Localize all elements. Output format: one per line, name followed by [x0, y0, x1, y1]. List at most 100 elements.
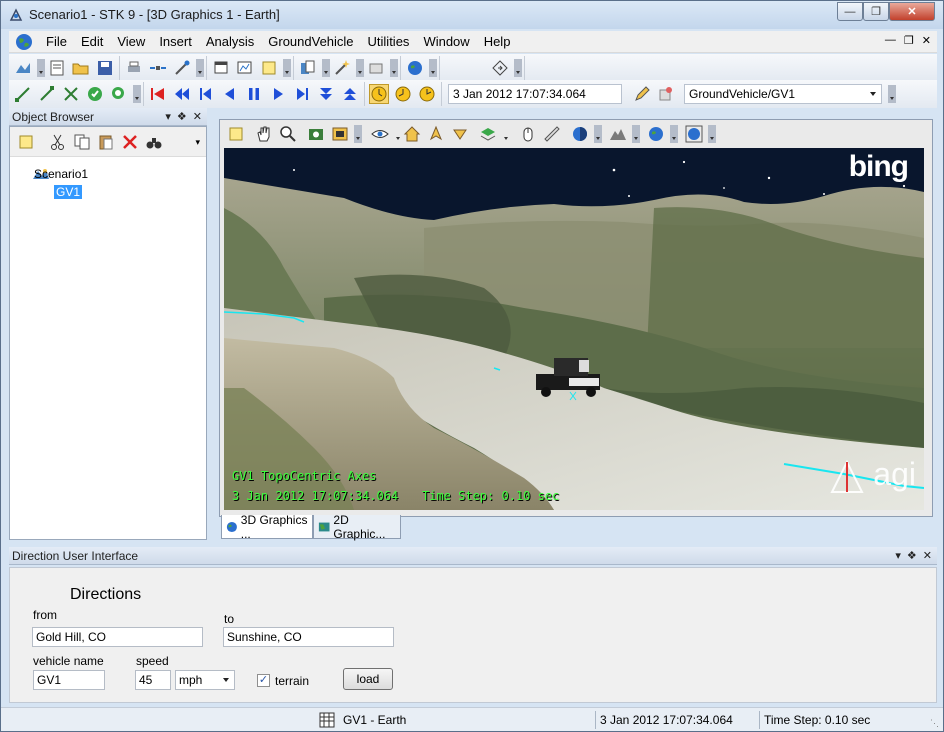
- xtime-step-button[interactable]: [417, 84, 437, 104]
- pause-button[interactable]: [244, 84, 264, 104]
- menu-insert[interactable]: Insert: [152, 31, 199, 53]
- earth-center-button[interactable]: [684, 124, 704, 144]
- terrain-button[interactable]: [608, 124, 628, 144]
- close-icon[interactable]: ✕: [193, 108, 202, 126]
- graph-button[interactable]: [235, 58, 255, 78]
- mdi-minimize-icon[interactable]: —: [885, 34, 896, 47]
- pan-button[interactable]: [254, 124, 274, 144]
- view-from-to-button[interactable]: [370, 124, 390, 144]
- to-input[interactable]: Sunshine, CO: [223, 627, 394, 647]
- play-button[interactable]: [268, 84, 288, 104]
- speed-input[interactable]: 45: [135, 670, 171, 690]
- report-dropdown[interactable]: [283, 59, 291, 77]
- delete-button[interactable]: [120, 132, 140, 152]
- print-button[interactable]: [124, 58, 144, 78]
- reset-button[interactable]: [148, 84, 168, 104]
- view-dropdown[interactable]: [394, 125, 400, 143]
- home-view-button[interactable]: [402, 124, 422, 144]
- 3d-scene-view[interactable]: GV1 TopoCentric Axes 3 Jan 2012 17:07:34…: [224, 148, 924, 510]
- close-icon[interactable]: ✕: [923, 547, 932, 565]
- navigation-button[interactable]: [490, 58, 510, 78]
- new-2d-window-button[interactable]: [646, 124, 666, 144]
- open-button[interactable]: [71, 58, 91, 78]
- tab-2d-graphics[interactable]: 2D Graphic...: [313, 513, 401, 541]
- minimize-button[interactable]: —: [837, 2, 863, 21]
- decrease-timestep-button[interactable]: [316, 84, 336, 104]
- menu-help[interactable]: Help: [477, 31, 518, 53]
- load-button[interactable]: load: [343, 668, 393, 690]
- 3d-properties-button[interactable]: [226, 124, 246, 144]
- access-button[interactable]: [85, 84, 105, 104]
- find-button[interactable]: [144, 132, 164, 152]
- paste-button[interactable]: [96, 132, 116, 152]
- close-window-button[interactable]: ✕: [889, 2, 935, 21]
- line-tool-button[interactable]: [13, 84, 33, 104]
- speed-unit-select[interactable]: mph: [175, 670, 235, 690]
- cross-tool-button[interactable]: [61, 84, 81, 104]
- pin-icon[interactable]: ❖: [907, 547, 917, 565]
- report-button[interactable]: [211, 58, 231, 78]
- measure-3d-button[interactable]: [542, 124, 562, 144]
- lighting-button[interactable]: [570, 124, 590, 144]
- properties-button[interactable]: [47, 58, 67, 78]
- window-dropdown[interactable]: [429, 59, 437, 77]
- wizard-dropdown[interactable]: [356, 59, 364, 77]
- menu-file[interactable]: File: [39, 31, 74, 53]
- realtime-button[interactable]: [369, 84, 389, 104]
- globe-manager-dropdown[interactable]: [502, 125, 508, 143]
- mdi-restore-icon[interactable]: ❐: [904, 34, 914, 47]
- current-time-field[interactable]: 3 Jan 2012 17:07:34.064: [448, 84, 622, 104]
- menu-groundvehicle[interactable]: GroundVehicle: [261, 31, 360, 53]
- resize-grip-icon[interactable]: ⋱: [930, 718, 939, 729]
- ob-properties-button[interactable]: [16, 132, 36, 152]
- play-reverse-button[interactable]: [220, 84, 240, 104]
- notes-button[interactable]: [259, 58, 279, 78]
- title-bar[interactable]: Scenario1 - STK 9 - [3D Graphics 1 - Ear…: [1, 1, 943, 29]
- tools-dropdown[interactable]: [322, 59, 330, 77]
- copy-button[interactable]: [72, 132, 92, 152]
- ob-toolbar-overflow-icon[interactable]: ▾: [195, 137, 200, 148]
- insert-facility-button[interactable]: [172, 58, 192, 78]
- from-input[interactable]: Gold Hill, CO: [32, 627, 203, 647]
- nav-dropdown[interactable]: [514, 59, 522, 77]
- terrain-checkbox[interactable]: ✓: [257, 674, 270, 687]
- copy-object-button[interactable]: [298, 58, 318, 78]
- terrain-dropdown[interactable]: [632, 125, 640, 143]
- orient-top-down-button[interactable]: [450, 124, 470, 144]
- insert-object-button[interactable]: [148, 58, 168, 78]
- maximize-button[interactable]: ❐: [863, 2, 889, 21]
- step-back-fast-button[interactable]: [172, 84, 192, 104]
- insert-dropdown[interactable]: [196, 59, 204, 77]
- wizard-button[interactable]: [332, 58, 352, 78]
- earth-center-dropdown[interactable]: [708, 125, 716, 143]
- dropdown-arrow-icon[interactable]: ▾: [165, 108, 171, 126]
- object-properties-button[interactable]: [656, 84, 676, 104]
- object-selector[interactable]: GroundVehicle/GV1: [684, 84, 882, 104]
- mdi-close-icon[interactable]: ✕: [922, 34, 931, 47]
- record-movie-button[interactable]: [330, 124, 350, 144]
- increase-timestep-button[interactable]: [340, 84, 360, 104]
- menu-window[interactable]: Window: [416, 31, 476, 53]
- globe-manager-button[interactable]: [478, 124, 498, 144]
- xreal-time-button[interactable]: [393, 84, 413, 104]
- menu-view[interactable]: View: [110, 31, 152, 53]
- new-scenario-button[interactable]: [13, 58, 33, 78]
- orient-north-button[interactable]: [426, 124, 446, 144]
- new-window-dropdown[interactable]: [670, 125, 678, 143]
- menu-analysis[interactable]: Analysis: [199, 31, 261, 53]
- new-dropdown[interactable]: [37, 59, 45, 77]
- measure-button[interactable]: [37, 84, 57, 104]
- zoom-to-button[interactable]: [109, 84, 129, 104]
- dropdown-arrow-icon[interactable]: ▾: [895, 547, 901, 565]
- vehicle-name-input[interactable]: GV1: [33, 670, 105, 690]
- pin-icon[interactable]: ❖: [177, 108, 187, 126]
- tab-3d-graphics[interactable]: 3D Graphics ...: [221, 513, 313, 541]
- edit-object-button[interactable]: [632, 84, 652, 104]
- toolbox-dropdown[interactable]: [390, 59, 398, 77]
- object-toolbar-dropdown[interactable]: [888, 85, 896, 103]
- zoom-in-button[interactable]: [278, 124, 298, 144]
- snapshot-dropdown[interactable]: [354, 125, 362, 143]
- globe-icon[interactable]: [15, 33, 33, 51]
- new-3d-window-button[interactable]: [405, 58, 425, 78]
- mouse-mode-button[interactable]: [518, 124, 538, 144]
